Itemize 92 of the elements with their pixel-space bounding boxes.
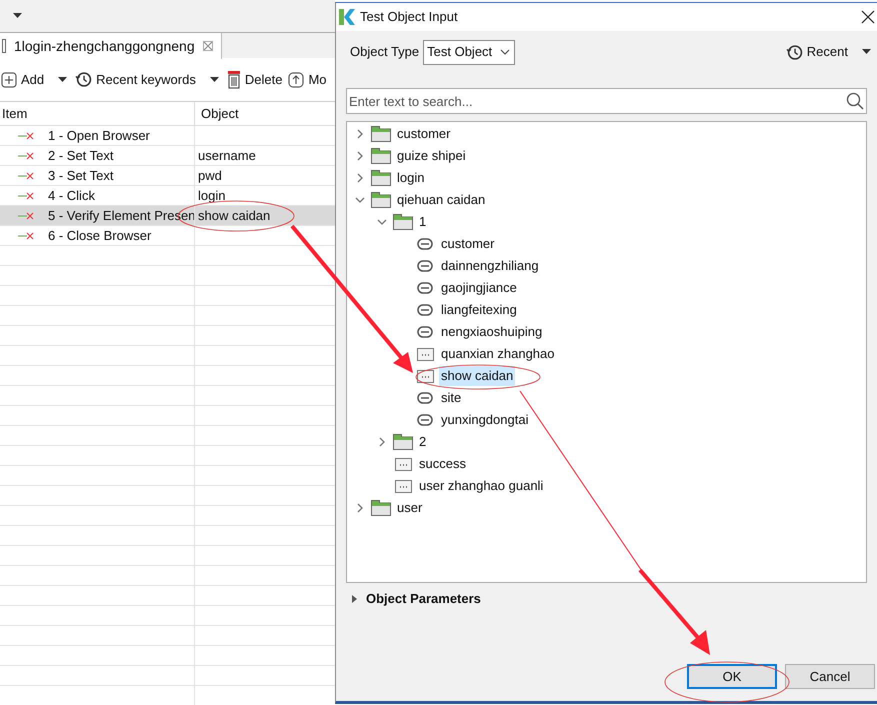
folder-icon (371, 148, 391, 164)
folder-icon (371, 170, 391, 186)
tree-item[interactable]: show caidan (439, 366, 516, 386)
link-icon (417, 238, 433, 250)
tree-item[interactable]: site (439, 388, 464, 408)
tree-item[interactable]: dainnengzhiliang (439, 256, 541, 276)
chevron-icon[interactable] (355, 129, 365, 139)
dialog-title: Test Object Input (360, 8, 458, 26)
dropdown-icon[interactable] (210, 76, 219, 82)
column-header[interactable]: Object (195, 102, 335, 125)
folder-icon (371, 192, 391, 208)
tree-item[interactable]: customer (395, 124, 452, 144)
dropdown-icon[interactable] (862, 49, 871, 55)
section-title[interactable]: Object Parameters (366, 589, 481, 609)
link-icon (417, 282, 433, 294)
table-row[interactable]: 1 - Open Browser (0, 126, 335, 146)
arrow-x-icon (18, 192, 34, 200)
toolbar-button[interactable]: Mo (288, 70, 326, 90)
folder-icon (393, 214, 413, 230)
table-row[interactable]: 6 - Close Browser (0, 226, 335, 246)
tree-item[interactable]: user (395, 498, 424, 518)
tree-item[interactable]: nengxiaoshuiping (439, 322, 544, 342)
chevron-icon[interactable] (355, 151, 365, 161)
search-icon[interactable] (846, 92, 864, 110)
tree-item[interactable]: customer (439, 234, 496, 254)
app-logo-icon (339, 9, 355, 25)
folder-icon (393, 434, 413, 450)
chevron-icon[interactable] (355, 195, 365, 205)
tree-item[interactable]: yunxingdongtai (439, 410, 530, 430)
toolbar-button[interactable]: Add (1, 70, 70, 90)
tree-item[interactable]: login (395, 168, 426, 188)
close-icon[interactable] (861, 10, 875, 24)
table-cell-text: username (198, 146, 256, 165)
arrow-x-icon (18, 232, 34, 240)
dialog-button[interactable]: Cancel (785, 664, 875, 689)
chevron-icon[interactable] (377, 217, 387, 227)
tree-item[interactable]: 2 (417, 432, 428, 452)
table-cell-text: 3 - Set Text (48, 166, 114, 185)
link-icon (417, 392, 433, 404)
chevron-icon[interactable] (377, 437, 387, 447)
table-row[interactable]: 3 - Set Text pwd (0, 166, 335, 186)
element-icon (416, 348, 434, 360)
chevron-icon (500, 49, 510, 55)
history-icon (786, 44, 803, 60)
tree-item[interactable]: quanxian zhanghao (439, 344, 556, 364)
table-cell-text: login (198, 186, 226, 205)
table-cell-text: pwd (198, 166, 222, 185)
arrow-x-icon (18, 212, 34, 220)
toolbar-button[interactable]: Delete (226, 70, 282, 90)
dropdown-icon[interactable] (13, 13, 22, 19)
table-cell-text: show caidan (198, 206, 270, 225)
file-icon (2, 39, 6, 53)
tree-item[interactable]: user zhanghao guanli (417, 476, 546, 496)
table-cell-text: 4 - Click (48, 186, 95, 205)
trash-icon (226, 70, 241, 88)
column-header[interactable]: Item (0, 102, 195, 125)
table-cell-text: 1 - Open Browser (48, 126, 150, 145)
element-icon (394, 458, 412, 470)
dropdown-icon[interactable] (58, 76, 68, 82)
plus-icon (1, 72, 17, 88)
editor-tab[interactable]: 1login-zhengchanggongneng (0, 33, 222, 59)
arrow-x-icon (18, 152, 34, 160)
recent-button[interactable]: Recent (786, 42, 848, 62)
table-cell-text: 6 - Close Browser (48, 226, 152, 245)
expand-icon[interactable] (352, 595, 358, 603)
link-icon (417, 260, 433, 272)
folder-icon (371, 500, 391, 516)
chevron-icon[interactable] (355, 503, 365, 513)
tree-item[interactable]: 1 (417, 212, 428, 232)
toolbar-button[interactable]: Recent keywords (75, 70, 221, 90)
field-label: Object Type (350, 43, 420, 62)
history-icon (75, 71, 92, 88)
table-row[interactable]: 2 - Set Text username (0, 146, 335, 166)
tab-title: 1login-zhengchanggongneng (14, 36, 195, 56)
object-type-dropdown[interactable]: Test Object (423, 40, 516, 64)
link-icon (417, 326, 433, 338)
chevron-icon[interactable] (355, 173, 365, 183)
tree-item[interactable]: liangfeitexing (439, 300, 519, 320)
folder-icon (371, 126, 391, 142)
tree-item[interactable]: guize shipei (395, 146, 468, 166)
dialog-button[interactable]: OK (687, 664, 777, 689)
search-field[interactable]: Enter text to search... (346, 88, 867, 114)
arrow-x-icon (18, 172, 34, 180)
element-icon (416, 370, 434, 382)
link-icon (417, 414, 433, 426)
tree-item[interactable]: gaojingjiance (439, 278, 519, 298)
tree-item[interactable]: qiehuan caidan (395, 190, 488, 210)
table-cell-text: 2 - Set Text (48, 146, 114, 165)
link-icon (417, 304, 433, 316)
tree-item[interactable]: success (417, 454, 468, 474)
arrow-x-icon (18, 132, 34, 140)
element-icon (394, 480, 412, 492)
